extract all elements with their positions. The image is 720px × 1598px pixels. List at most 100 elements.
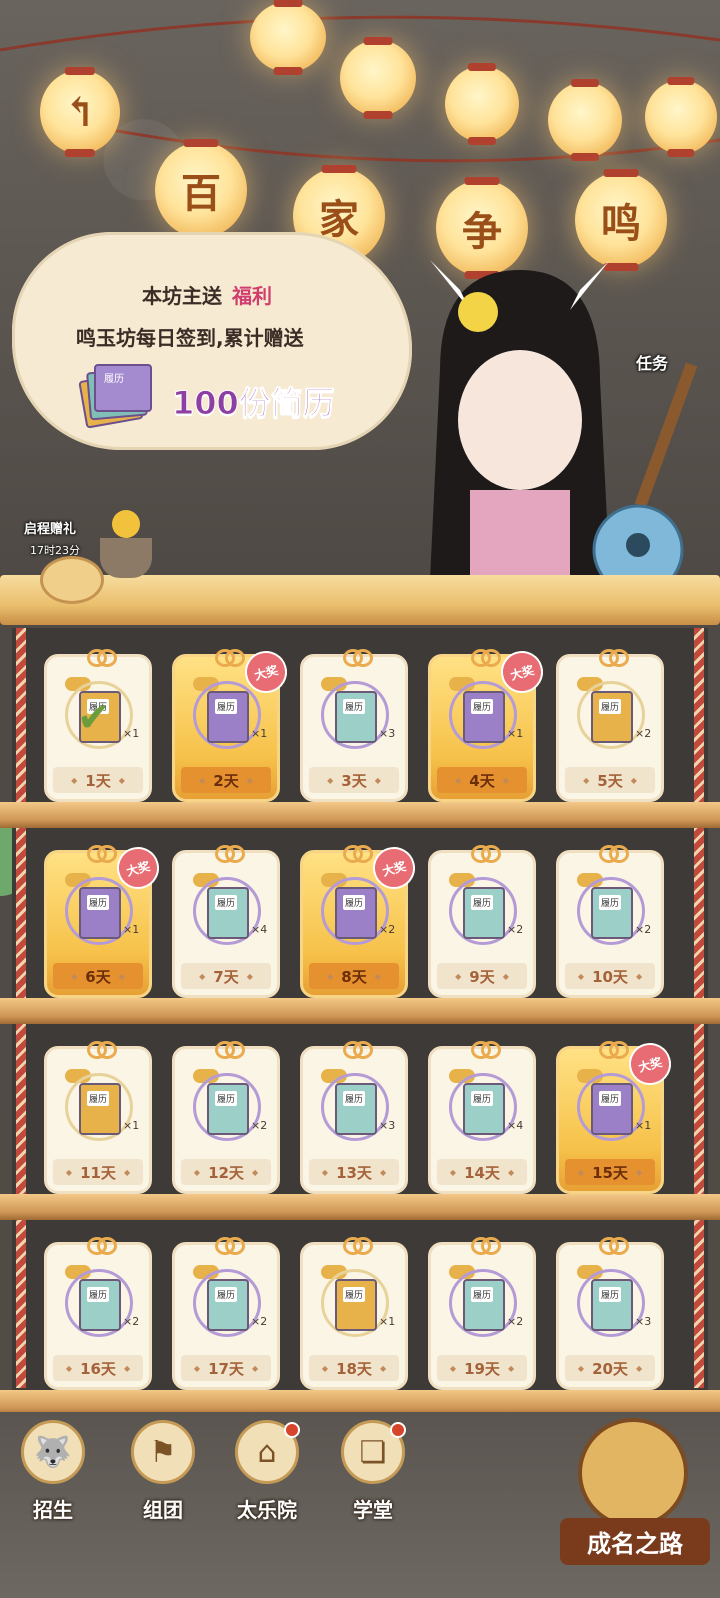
resume-label: 履历 (599, 699, 622, 714)
day-reward-card[interactable]: 履历 ×4 14天 (428, 1041, 536, 1194)
day-reward-card[interactable]: 履历 ×4 7天 (172, 845, 280, 998)
reward-quantity: ×1 (507, 727, 524, 740)
resume-icon: 履历 (207, 887, 249, 939)
reward-quantity: ×4 (507, 1119, 524, 1132)
resume-icon: 履历 (591, 887, 633, 939)
reward-quantity: ×1 (379, 1315, 396, 1328)
deco-lantern (445, 66, 519, 142)
resume-label: 履历 (87, 1091, 110, 1106)
resume-icon: 履历 (591, 691, 633, 743)
promo-bubble: 本坊主送 福利 鸣玉坊每日签到,累计赠送 履历 100份简历 (12, 232, 412, 450)
day-reward-card[interactable]: 履历 ×2 12天 (172, 1041, 280, 1194)
resume-label: 履历 (599, 1287, 622, 1302)
day-reward-card[interactable]: 履历×12天大奖 (172, 646, 292, 802)
reward-quantity: ×2 (123, 1315, 140, 1328)
reward-quantity: ×2 (635, 923, 652, 936)
deco-lantern (548, 82, 622, 158)
day-reward-card[interactable]: 履历×28天大奖 (300, 842, 420, 998)
resume-icon: 履历 (207, 1279, 249, 1331)
knot-icon (343, 649, 373, 673)
resume-icon: 履历 (335, 1279, 377, 1331)
day-reward-card[interactable]: 履历 ×1 11天 (44, 1041, 152, 1194)
day-reward-card[interactable]: 履历 ×3 13天 (300, 1041, 408, 1194)
day-reward-card[interactable]: 履历 ×2 9天 (428, 845, 536, 998)
day-reward-card[interactable]: 履历×14天大奖 (428, 646, 548, 802)
shelf-plank (0, 802, 720, 828)
reward-quantity: ×2 (251, 1119, 268, 1132)
day-label: 19天 (437, 1355, 527, 1381)
resume-icon: 履历 (335, 691, 377, 743)
reward-quantity: ×3 (379, 727, 396, 740)
music-hall-button[interactable]: ⌂ 太乐院 (222, 1420, 312, 1540)
knot-icon (599, 845, 629, 869)
knot-icon (215, 1041, 245, 1065)
team-button[interactable]: ⚑ 组团 (118, 1420, 208, 1540)
resume-label: 履历 (471, 895, 494, 910)
top-shelf (0, 575, 720, 625)
resume-icon: 履历 (207, 1083, 249, 1135)
notification-dot (390, 1422, 406, 1438)
day-reward-card[interactable]: 履历 ×3 20天 (556, 1237, 664, 1390)
resume-label: 履历 (343, 699, 366, 714)
resume-icon: 履历 (79, 1279, 121, 1331)
knot-icon (87, 1237, 117, 1261)
deco-lantern (250, 2, 326, 72)
day-reward-card[interactable]: 履历 ×3 3天 (300, 649, 408, 802)
reward-quantity: ×2 (507, 923, 524, 936)
resume-icon: 履历 (335, 887, 377, 939)
reward-quantity: ×2 (635, 727, 652, 740)
resume-label: 履历 (599, 1091, 622, 1106)
reward-quantity: ×3 (635, 1315, 652, 1328)
knot-icon (343, 1237, 373, 1261)
promo-reward: 100份简历 (172, 384, 336, 423)
day-reward-card[interactable]: 履历 ×2 10天 (556, 845, 664, 998)
resume-label: 履历 (599, 895, 622, 910)
resume-label: 履历 (343, 1091, 366, 1106)
day-reward-card[interactable]: 履历 ×2 19天 (428, 1237, 536, 1390)
knot-icon (471, 1041, 501, 1065)
knot-icon (215, 1237, 245, 1261)
fame-road-button[interactable]: 成名之路 (540, 1418, 710, 1588)
resume-icon: 履历 (591, 1083, 633, 1135)
day-label: 7天 (181, 963, 271, 989)
school-button[interactable]: ❏ 学堂 (328, 1420, 418, 1540)
day-label: 9天 (437, 963, 527, 989)
resume-label: 履历 (343, 895, 366, 910)
resume-label: 履历 (471, 1287, 494, 1302)
knot-icon (599, 1237, 629, 1261)
recruit-button[interactable]: 🐺 招生 (8, 1420, 98, 1540)
title-char: 鸣 (601, 200, 641, 247)
day-label: 2天 (181, 767, 271, 793)
knot-icon (87, 649, 117, 673)
gift-button[interactable]: 启程赠礼 (24, 518, 76, 537)
day-label: 16天 (53, 1355, 143, 1381)
day-reward-card[interactable]: 履历 ×2 16天 (44, 1237, 152, 1390)
deco-lantern (645, 80, 717, 154)
notification-dot (284, 1422, 300, 1438)
back-button[interactable]: ↰ (40, 70, 120, 154)
reward-quantity: ×1 (123, 1119, 140, 1132)
day-reward-card[interactable]: 履历 ×1 18天 (300, 1237, 408, 1390)
flower-pot-icon (94, 510, 158, 578)
resume-stack-icon: 履历 (78, 362, 152, 429)
day-reward-card[interactable]: 履历 ×2 17天 (172, 1237, 280, 1390)
knot-icon (215, 845, 245, 869)
day-reward-card[interactable]: 履历 ×2 5天 (556, 649, 664, 802)
knot-icon (471, 845, 501, 869)
deco-lantern (340, 40, 416, 116)
promo-line-2: 鸣玉坊每日签到,累计赠送 (76, 326, 304, 350)
day-label: 12天 (181, 1159, 271, 1185)
day-label: 11天 (53, 1159, 143, 1185)
day-reward-card[interactable]: 履历×16天大奖 (44, 842, 164, 998)
reward-quantity: ×2 (251, 1315, 268, 1328)
day-reward-card[interactable]: 履历×115天大奖 (556, 1038, 676, 1194)
day-label: 10天 (565, 963, 655, 989)
day-label: 6天 (53, 963, 143, 989)
resume-icon: 履历 (463, 1279, 505, 1331)
resume-icon: 履历 (463, 1083, 505, 1135)
knot-icon (471, 1237, 501, 1261)
day-label: 18天 (309, 1355, 399, 1381)
day-label: 4天 (437, 767, 527, 793)
day-reward-card[interactable]: 履历×1✔1天 (44, 649, 152, 802)
day-label: 8天 (309, 963, 399, 989)
